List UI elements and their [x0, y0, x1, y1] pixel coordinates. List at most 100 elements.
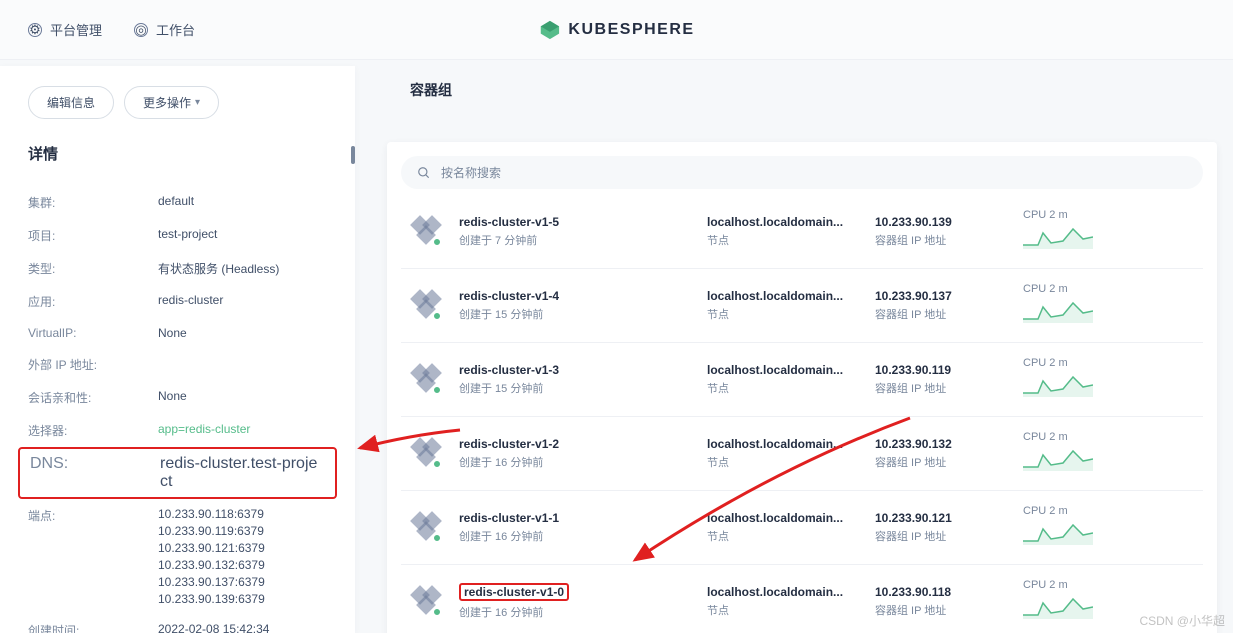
- pod-ip-label: 容器组 IP 地址: [875, 306, 1005, 322]
- pod-ip: 10.233.90.118: [875, 585, 1005, 599]
- pod-name-col: redis-cluster-v1-3 创建于 15 分钟前: [459, 363, 689, 396]
- pod-node: localhost.localdomain...: [707, 363, 857, 377]
- pod-ip-label: 容器组 IP 地址: [875, 232, 1005, 248]
- pod-name: redis-cluster-v1-1: [459, 511, 689, 525]
- detail-cluster: 集群:default: [28, 186, 327, 219]
- edit-info-button[interactable]: 编辑信息: [28, 86, 114, 119]
- main-panel: 按名称搜索 redis-cluster-v1-5 创建于 7 分钟前 local…: [355, 66, 1233, 633]
- pod-row[interactable]: redis-cluster-v1-0 创建于 16 分钟前 localhost.…: [401, 565, 1203, 633]
- pod-node: localhost.localdomain...: [707, 215, 857, 229]
- status-dot-icon: [433, 312, 441, 320]
- pod-cpu: CPU 2 m: [1023, 209, 1113, 221]
- sparkline: [1023, 591, 1093, 619]
- pod-node-label: 节点: [707, 380, 857, 396]
- endpoint-item: 10.233.90.132:6379: [158, 558, 327, 572]
- detail-vip: VirtualIP:None: [28, 318, 327, 348]
- top-bar: ⚙ 平台管理 ◎ 工作台 KUBESPHERE: [0, 0, 1233, 60]
- pod-ip: 10.233.90.139: [875, 215, 1005, 229]
- pod-created: 创建于 16 分钟前: [459, 528, 689, 544]
- sparkline: [1023, 221, 1093, 249]
- brand-logo: KUBESPHERE: [538, 19, 694, 41]
- pod-node: localhost.localdomain...: [707, 437, 857, 451]
- pod-ip-label: 容器组 IP 地址: [875, 380, 1005, 396]
- pod-ip-col: 10.233.90.132 容器组 IP 地址: [875, 437, 1005, 470]
- pod-node: localhost.localdomain...: [707, 511, 857, 525]
- endpoint-item: 10.233.90.137:6379: [158, 575, 327, 589]
- pod-node-label: 节点: [707, 602, 857, 618]
- status-dot-icon: [433, 608, 441, 616]
- pod-node-col: localhost.localdomain... 节点: [707, 289, 857, 322]
- pod-node-label: 节点: [707, 306, 857, 322]
- detail-affinity: 会话亲和性:None: [28, 381, 327, 414]
- pod-ip-col: 10.233.90.137 容器组 IP 地址: [875, 289, 1005, 322]
- endpoint-item: 10.233.90.121:6379: [158, 541, 327, 555]
- pod-name: redis-cluster-v1-4: [459, 289, 689, 303]
- pod-icon: [411, 588, 441, 616]
- pod-row[interactable]: redis-cluster-v1-3 创建于 15 分钟前 localhost.…: [401, 343, 1203, 417]
- dns-highlight: DNS: redis-cluster.test-project: [18, 447, 337, 499]
- workspace-label: 工作台: [156, 20, 195, 39]
- workspace-link[interactable]: ◎ 工作台: [134, 20, 195, 39]
- pod-node-col: localhost.localdomain... 节点: [707, 363, 857, 396]
- pod-name-col: redis-cluster-v1-1 创建于 16 分钟前: [459, 511, 689, 544]
- endpoint-item: 10.233.90.118:6379: [158, 507, 327, 521]
- search-icon: [417, 166, 431, 180]
- pod-cpu: CPU 2 m: [1023, 505, 1113, 517]
- pod-name: redis-cluster-v1-5: [459, 215, 689, 229]
- pod-icon: [411, 440, 441, 468]
- pod-cpu: CPU 2 m: [1023, 283, 1113, 295]
- pod-name-col: redis-cluster-v1-0 创建于 16 分钟前: [459, 583, 689, 620]
- chevron-down-icon: ▾: [195, 97, 200, 108]
- pod-cpu: CPU 2 m: [1023, 431, 1113, 443]
- sparkline: [1023, 517, 1093, 545]
- pod-node-label: 节点: [707, 232, 857, 248]
- pod-cpu-col: CPU 2 m: [1023, 431, 1113, 476]
- pod-node: localhost.localdomain...: [707, 585, 857, 599]
- endpoint-item: 10.233.90.139:6379: [158, 592, 327, 606]
- dns-label: DNS:: [30, 455, 160, 491]
- pod-ip-col: 10.233.90.119 容器组 IP 地址: [875, 363, 1005, 396]
- endpoint-item: 10.233.90.119:6379: [158, 524, 327, 538]
- sparkline: [1023, 369, 1093, 397]
- pod-name-highlight: redis-cluster-v1-0: [459, 583, 569, 601]
- pod-cpu-col: CPU 2 m: [1023, 209, 1113, 254]
- more-actions-button[interactable]: 更多操作▾: [124, 86, 219, 119]
- platform-management-link[interactable]: ⚙ 平台管理: [28, 20, 102, 39]
- pod-node-col: localhost.localdomain... 节点: [707, 511, 857, 544]
- pod-row[interactable]: redis-cluster-v1-5 创建于 7 分钟前 localhost.l…: [401, 195, 1203, 269]
- pod-icon: [411, 218, 441, 246]
- pod-name-col: redis-cluster-v1-2 创建于 16 分钟前: [459, 437, 689, 470]
- pod-icon: [411, 292, 441, 320]
- platform-label: 平台管理: [50, 20, 102, 39]
- pod-node-label: 节点: [707, 454, 857, 470]
- status-dot-icon: [433, 386, 441, 394]
- main-card: 按名称搜索 redis-cluster-v1-5 创建于 7 分钟前 local…: [387, 142, 1217, 633]
- pod-created: 创建于 15 分钟前: [459, 380, 689, 396]
- pod-row[interactable]: redis-cluster-v1-2 创建于 16 分钟前 localhost.…: [401, 417, 1203, 491]
- pod-created: 创建于 7 分钟前: [459, 232, 689, 248]
- pod-ip: 10.233.90.132: [875, 437, 1005, 451]
- pod-node-col: localhost.localdomain... 节点: [707, 585, 857, 618]
- pod-ip: 10.233.90.121: [875, 511, 1005, 525]
- detail-created: 创建时间:2022-02-08 15:42:34: [28, 614, 327, 633]
- pod-ip-col: 10.233.90.118 容器组 IP 地址: [875, 585, 1005, 618]
- pod-row[interactable]: redis-cluster-v1-1 创建于 16 分钟前 localhost.…: [401, 491, 1203, 565]
- status-dot-icon: [433, 460, 441, 468]
- pod-row[interactable]: redis-cluster-v1-4 创建于 15 分钟前 localhost.…: [401, 269, 1203, 343]
- pod-ip-label: 容器组 IP 地址: [875, 602, 1005, 618]
- pod-name: redis-cluster-v1-0: [459, 583, 689, 601]
- dns-value: redis-cluster.test-project: [160, 455, 325, 491]
- detail-external-ip: 外部 IP 地址:: [28, 348, 327, 381]
- pod-ip-col: 10.233.90.121 容器组 IP 地址: [875, 511, 1005, 544]
- pod-cpu: CPU 2 m: [1023, 357, 1113, 369]
- pod-node-col: localhost.localdomain... 节点: [707, 437, 857, 470]
- search-input[interactable]: 按名称搜索: [401, 156, 1203, 189]
- detail-endpoints: 端点: 10.233.90.118:637910.233.90.119:6379…: [28, 499, 327, 614]
- search-placeholder: 按名称搜索: [441, 164, 501, 181]
- pod-cpu-col: CPU 2 m: [1023, 505, 1113, 550]
- sparkline: [1023, 443, 1093, 471]
- action-buttons: 编辑信息 更多操作▾: [28, 86, 327, 119]
- status-dot-icon: [433, 534, 441, 542]
- pod-name-col: redis-cluster-v1-5 创建于 7 分钟前: [459, 215, 689, 248]
- pod-created: 创建于 16 分钟前: [459, 604, 689, 620]
